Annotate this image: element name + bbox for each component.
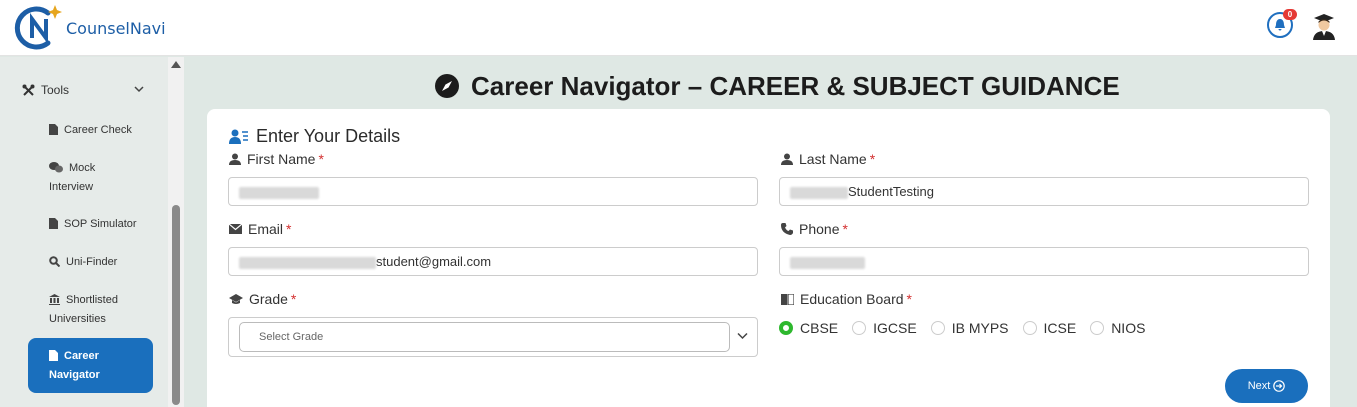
arrow-right-circle-icon	[1273, 380, 1286, 392]
sidebar-item-label-group: Career Navigator	[49, 347, 100, 385]
radio-button[interactable]	[1090, 321, 1105, 335]
sidebar-item-label-line2: Interview	[49, 181, 94, 193]
sidebar-item-label-line2: Navigator	[49, 369, 100, 381]
user-list-icon	[229, 129, 248, 144]
sidebar-scrollbar[interactable]	[168, 57, 184, 407]
radio-button[interactable]	[1022, 321, 1037, 335]
sidebar-item-label: SOP Simulator	[64, 218, 137, 230]
scrollbar-thumb[interactable]	[172, 205, 180, 405]
compass-icon	[435, 74, 459, 98]
book-icon	[781, 293, 794, 305]
redacted-value	[790, 256, 865, 269]
sidebar-item-career-navigator[interactable]: Career Navigator	[28, 338, 153, 393]
chevron-down-icon[interactable]	[133, 84, 145, 94]
education-board-label: Education Board *	[781, 291, 912, 307]
next-button[interactable]: Next	[1225, 369, 1308, 403]
phone-field[interactable]	[779, 247, 1309, 276]
last-name-field[interactable]: StudentTesting	[779, 177, 1309, 206]
sidebar-group-label: Tools	[41, 83, 70, 97]
sidebar-item-label: Uni-Finder	[66, 256, 118, 268]
sidebar-item-career-check[interactable]: Career Check	[49, 121, 132, 140]
sidebar-item-label: Shortlisted	[66, 294, 118, 306]
tools-icon	[22, 84, 35, 96]
phone-icon	[781, 223, 793, 235]
radio-nios[interactable]: NIOS	[1090, 320, 1145, 336]
scroll-up-arrow-icon[interactable]	[171, 61, 181, 68]
radio-icse[interactable]: ICSE	[1022, 320, 1076, 336]
first-name-field[interactable]	[228, 177, 758, 206]
grade-select[interactable]: Select Grade	[239, 322, 730, 352]
sidebar-item-shortlisted-universities[interactable]: Shortlisted Universities	[49, 291, 118, 329]
document-icon	[49, 350, 58, 361]
notification-count-badge: 0	[1283, 9, 1297, 20]
sidebar-group-tools[interactable]: Tools	[22, 83, 69, 97]
redacted-value	[790, 186, 848, 199]
next-button-label: Next	[1247, 380, 1271, 392]
user-icon	[229, 153, 241, 165]
sidebar-item-sop-simulator[interactable]: SOP Simulator	[49, 215, 137, 234]
brand-name: CounselNavi	[66, 19, 166, 38]
radio-cbse[interactable]: CBSE	[779, 320, 838, 336]
sidebar-item-uni-finder[interactable]: Uni-Finder	[49, 253, 117, 272]
graduation-cap-icon	[229, 293, 243, 304]
radio-ib-myps[interactable]: IB MYPS	[930, 320, 1009, 336]
grade-label: Grade *	[229, 291, 296, 307]
document-icon	[49, 218, 58, 229]
user-avatar[interactable]	[1312, 12, 1336, 40]
university-building-icon	[49, 294, 60, 305]
sidebar-item-label: Career Check	[64, 124, 132, 136]
email-field[interactable]: student@gmail.com	[228, 247, 758, 276]
last-name-label: Last Name *	[781, 151, 875, 167]
phone-label: Phone *	[781, 221, 848, 237]
counselnavi-logo-icon[interactable]	[12, 3, 62, 51]
radio-button[interactable]	[852, 321, 867, 335]
radio-button-selected[interactable]	[779, 321, 793, 335]
chevron-down-icon[interactable]	[737, 332, 748, 340]
document-icon	[49, 124, 58, 135]
education-board-radio-group: CBSE IGCSE IB MYPS ICSE NIOS	[779, 319, 1159, 337]
email-label: Email *	[229, 221, 291, 237]
radio-button[interactable]	[930, 321, 945, 335]
grade-select-container: Select Grade	[228, 317, 758, 357]
chat-bubbles-icon	[49, 162, 63, 173]
section-title-text: Enter Your Details	[256, 125, 401, 146]
radio-igcse[interactable]: IGCSE	[852, 320, 917, 336]
sidebar-item-mock-interview[interactable]: Mock Interview	[49, 159, 95, 197]
envelope-icon	[229, 224, 242, 234]
sidebar-item-label-line2: Universities	[49, 313, 106, 325]
search-icon	[49, 256, 60, 267]
redacted-value	[239, 256, 376, 269]
sidebar-item-label: Mock	[69, 162, 96, 174]
section-title: Enter Your Details	[229, 125, 400, 147]
page-title: Career Navigator – CAREER & SUBJECT GUID…	[435, 70, 1120, 102]
top-header: CounselNavi 0	[0, 0, 1357, 56]
first-name-label: First Name *	[229, 151, 324, 167]
user-icon	[781, 153, 793, 165]
sidebar-item-label: Career	[64, 350, 99, 362]
redacted-value	[239, 186, 319, 199]
page-title-text: Career Navigator – CAREER & SUBJECT GUID…	[471, 70, 1120, 101]
